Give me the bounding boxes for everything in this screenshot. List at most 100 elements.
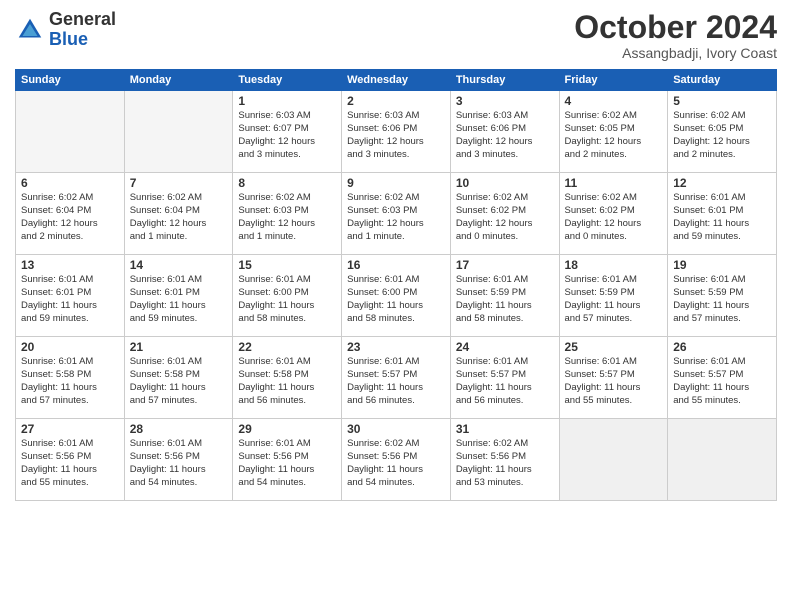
cell-info-line: Daylight: 12 hours [565, 136, 663, 149]
day-number: 28 [130, 422, 228, 436]
calendar-cell: 8Sunrise: 6:02 AMSunset: 6:03 PMDaylight… [233, 173, 342, 255]
cell-info-line: Sunset: 6:01 PM [130, 287, 228, 300]
cell-info-line: and 59 minutes. [673, 231, 771, 244]
cell-info-line: Daylight: 11 hours [130, 464, 228, 477]
day-number: 1 [238, 94, 336, 108]
cell-info-line: Daylight: 11 hours [673, 382, 771, 395]
cell-info-line: Sunrise: 6:01 AM [21, 356, 119, 369]
cell-info-line: Daylight: 11 hours [347, 300, 445, 313]
cell-info-line: and 59 minutes. [130, 313, 228, 326]
cell-info-line: Sunrise: 6:01 AM [21, 438, 119, 451]
cell-info-line: Sunset: 5:57 PM [565, 369, 663, 382]
cell-info-line: Sunrise: 6:01 AM [238, 356, 336, 369]
cell-info-line: Sunset: 6:01 PM [673, 205, 771, 218]
calendar-cell: 7Sunrise: 6:02 AMSunset: 6:04 PMDaylight… [124, 173, 233, 255]
cell-info-line: Daylight: 11 hours [238, 300, 336, 313]
calendar-table: Sunday Monday Tuesday Wednesday Thursday… [15, 69, 777, 501]
cell-info-line: Sunrise: 6:02 AM [456, 438, 554, 451]
day-number: 12 [673, 176, 771, 190]
calendar-cell: 3Sunrise: 6:03 AMSunset: 6:06 PMDaylight… [450, 91, 559, 173]
cell-info-line: and 0 minutes. [565, 231, 663, 244]
calendar-cell [668, 419, 777, 501]
cell-info-line: Sunset: 6:05 PM [565, 123, 663, 136]
day-number: 19 [673, 258, 771, 272]
cell-info-line: and 2 minutes. [673, 149, 771, 162]
cell-info-line: and 2 minutes. [21, 231, 119, 244]
cell-info-line: and 58 minutes. [238, 313, 336, 326]
calendar-cell: 5Sunrise: 6:02 AMSunset: 6:05 PMDaylight… [668, 91, 777, 173]
cell-info-line: Daylight: 11 hours [456, 300, 554, 313]
calendar-cell: 20Sunrise: 6:01 AMSunset: 5:58 PMDayligh… [16, 337, 125, 419]
cell-info-line: Sunset: 6:02 PM [565, 205, 663, 218]
cell-info-line: Sunrise: 6:01 AM [238, 274, 336, 287]
cell-info-line: Sunset: 6:03 PM [238, 205, 336, 218]
day-number: 13 [21, 258, 119, 272]
day-number: 27 [21, 422, 119, 436]
day-number: 7 [130, 176, 228, 190]
cell-info-line: and 53 minutes. [456, 477, 554, 490]
cell-info-line: Sunset: 5:57 PM [456, 369, 554, 382]
cell-info-line: and 54 minutes. [347, 477, 445, 490]
cell-info-line: Sunset: 6:02 PM [456, 205, 554, 218]
cell-info-line: Sunrise: 6:01 AM [456, 356, 554, 369]
cell-info-line: Sunset: 5:58 PM [130, 369, 228, 382]
cell-info-line: and 57 minutes. [565, 313, 663, 326]
calendar-cell: 30Sunrise: 6:02 AMSunset: 5:56 PMDayligh… [342, 419, 451, 501]
cell-info-line: Sunrise: 6:02 AM [673, 110, 771, 123]
cell-info-line: and 57 minutes. [130, 395, 228, 408]
day-number: 30 [347, 422, 445, 436]
cell-info-line: Daylight: 12 hours [21, 218, 119, 231]
cell-info-line: Sunrise: 6:01 AM [21, 274, 119, 287]
calendar-cell: 19Sunrise: 6:01 AMSunset: 5:59 PMDayligh… [668, 255, 777, 337]
col-thursday: Thursday [450, 70, 559, 91]
cell-info-line: Daylight: 12 hours [238, 136, 336, 149]
cell-info-line: and 2 minutes. [565, 149, 663, 162]
cell-info-line: Sunset: 5:56 PM [130, 451, 228, 464]
calendar-cell: 23Sunrise: 6:01 AMSunset: 5:57 PMDayligh… [342, 337, 451, 419]
cell-info-line: and 54 minutes. [130, 477, 228, 490]
cell-info-line: Sunrise: 6:01 AM [130, 356, 228, 369]
cell-info-line: Sunset: 5:58 PM [21, 369, 119, 382]
cell-info-line: Daylight: 12 hours [347, 218, 445, 231]
month-title: October 2024 [574, 10, 777, 45]
cell-info-line: Daylight: 12 hours [238, 218, 336, 231]
calendar-cell: 28Sunrise: 6:01 AMSunset: 5:56 PMDayligh… [124, 419, 233, 501]
cell-info-line: Daylight: 11 hours [565, 300, 663, 313]
calendar-cell: 4Sunrise: 6:02 AMSunset: 6:05 PMDaylight… [559, 91, 668, 173]
day-number: 23 [347, 340, 445, 354]
calendar-cell: 14Sunrise: 6:01 AMSunset: 6:01 PMDayligh… [124, 255, 233, 337]
day-number: 9 [347, 176, 445, 190]
calendar-week-3: 13 Sunrise: 6:01 AM Sunset: 6:01 PM Dayligh… [16, 255, 777, 337]
cell-info-line: Sunrise: 6:03 AM [238, 110, 336, 123]
day-number: 5 [673, 94, 771, 108]
cell-info-line: Sunrise: 6:01 AM [673, 192, 771, 205]
calendar-week-4: 20Sunrise: 6:01 AMSunset: 5:58 PMDayligh… [16, 337, 777, 419]
day-number: 29 [238, 422, 336, 436]
day-number: 24 [456, 340, 554, 354]
cell-info-line: Sunrise: 6:02 AM [456, 192, 554, 205]
calendar-cell [16, 91, 125, 173]
calendar-cell: 9Sunrise: 6:02 AMSunset: 6:03 PMDaylight… [342, 173, 451, 255]
day-number: 25 [565, 340, 663, 354]
cell-info-line: Sunset: 5:56 PM [21, 451, 119, 464]
calendar-cell: 24Sunrise: 6:01 AMSunset: 5:57 PMDayligh… [450, 337, 559, 419]
col-wednesday: Wednesday [342, 70, 451, 91]
logo-general: General [49, 9, 116, 29]
cell-info-line: Sunset: 5:56 PM [456, 451, 554, 464]
calendar-cell: 1Sunrise: 6:03 AMSunset: 6:07 PMDaylight… [233, 91, 342, 173]
cell-info-line: Sunset: 6:06 PM [456, 123, 554, 136]
header-row: Sunday Monday Tuesday Wednesday Thursday… [16, 70, 777, 91]
cell-info-line: Daylight: 12 hours [673, 136, 771, 149]
cell-info-line: Sunset: 6:00 PM [238, 287, 336, 300]
calendar-week-2: 6Sunrise: 6:02 AMSunset: 6:04 PMDaylight… [16, 173, 777, 255]
cell-info-line: Sunrise: 6:03 AM [456, 110, 554, 123]
col-friday: Friday [559, 70, 668, 91]
cell-info-line: Sunset: 6:06 PM [347, 123, 445, 136]
cell-info-line: and 58 minutes. [456, 313, 554, 326]
calendar-cell: 27Sunrise: 6:01 AMSunset: 5:56 PMDayligh… [16, 419, 125, 501]
cell-info-line: Sunrise: 6:01 AM [347, 274, 445, 287]
cell-info-line: Daylight: 12 hours [347, 136, 445, 149]
day-number: 16 [347, 258, 445, 272]
cell-info-line: and 57 minutes. [673, 313, 771, 326]
cell-info-line: and 3 minutes. [456, 149, 554, 162]
